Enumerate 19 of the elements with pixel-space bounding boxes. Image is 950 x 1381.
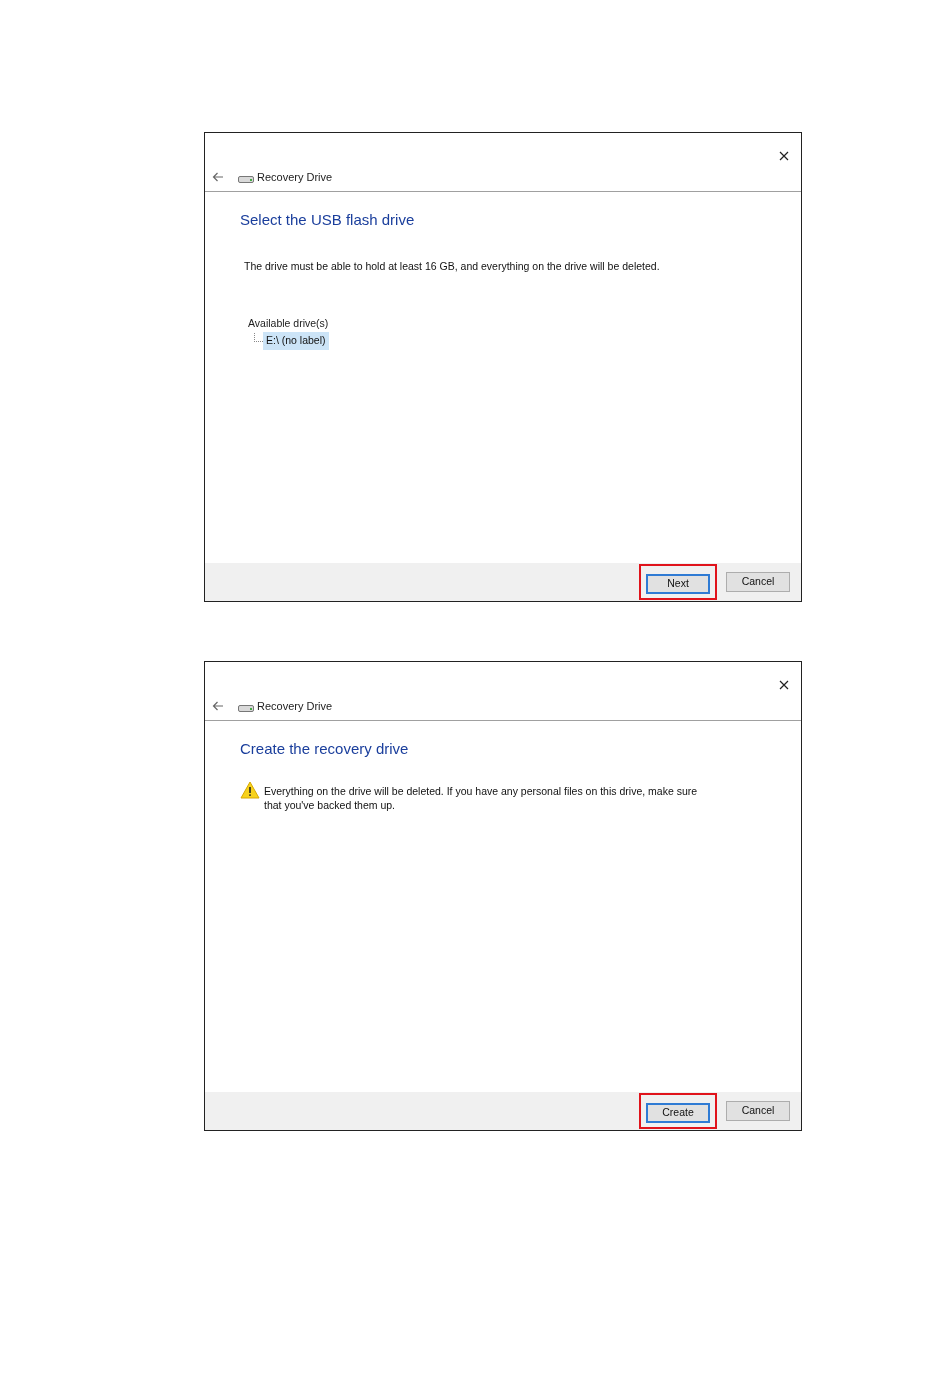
list-label: Available drive(s): [247, 316, 330, 331]
warning-icon: [240, 781, 260, 799]
window-title: Recovery Drive: [257, 169, 333, 185]
dialog-heading: Create the recovery drive: [240, 739, 410, 759]
dialog-button[interactable]: Create: [646, 1102, 710, 1123]
close-icon[interactable]: [777, 149, 791, 163]
dialog-button[interactable]: Cancel: [726, 1101, 790, 1121]
dialog-button[interactable]: Cancel: [726, 572, 790, 592]
back-arrow-icon[interactable]: [212, 701, 224, 711]
dialog-button[interactable]: Next: [646, 573, 710, 594]
back-arrow-icon[interactable]: [212, 172, 224, 182]
message-text: The drive must be able to hold at least 16 GB, and everything on the drive will be deleted.: [244, 259, 661, 273]
close-icon[interactable]: [777, 678, 791, 692]
dialog-heading: Select the USB flash drive: [240, 210, 416, 230]
drive-list-item[interactable]: E:\ (no label): [263, 331, 329, 350]
drive-icon: [238, 703, 254, 712]
message-text: Everything on the drive will be deleted. If you have any personal files on this drive, make sure that you've backed them up.: [264, 784, 699, 812]
drive-icon: [238, 174, 254, 183]
window-title: Recovery Drive: [257, 698, 333, 714]
